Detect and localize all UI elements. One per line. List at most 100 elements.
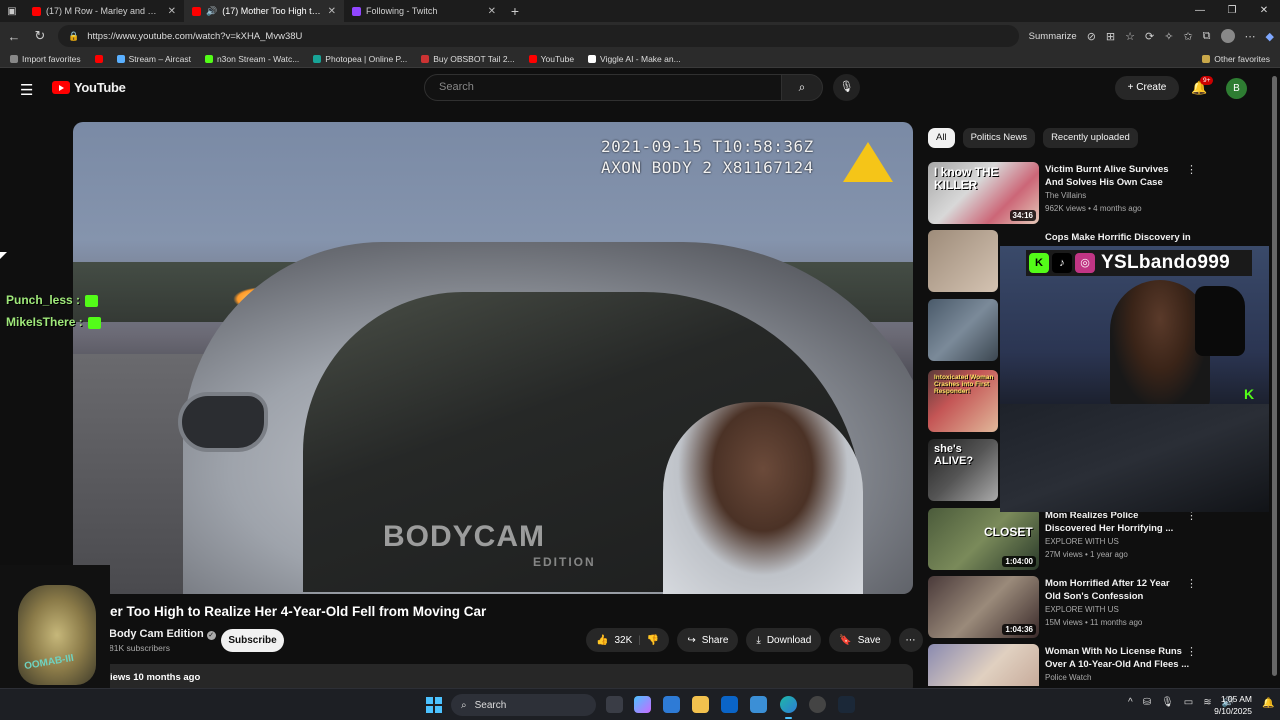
site-info-icon[interactable]: 🔒 — [68, 31, 79, 42]
bookmark-n3on[interactable]: n3on Stream - Watc... — [204, 54, 299, 64]
subscribe-button[interactable]: Subscribe — [221, 629, 284, 652]
voice-search-button[interactable]: 🎙 — [833, 74, 860, 101]
display-icon[interactable]: ▭ — [1184, 697, 1193, 708]
channel-name[interactable]: Body Cam Edition ✓ — [109, 628, 216, 640]
network-icon[interactable]: ⛁ — [1143, 697, 1151, 708]
browser-tab-2[interactable]: 🔊 (17) Mother Too High to Rea ✕ — [184, 0, 344, 22]
list-item[interactable]: 1:04:36 Mom Horrified After 12 Year Old … — [928, 576, 1268, 638]
close-tab-icon[interactable]: ✕ — [168, 6, 176, 17]
copilot-app-icon[interactable] — [634, 696, 651, 713]
bookmark-import-favorites[interactable]: Import favorites — [10, 54, 81, 64]
video-thumbnail[interactable]: she's ALIVE? — [928, 439, 998, 501]
refresh-extension-icon[interactable]: ⟳ — [1145, 30, 1154, 43]
user-avatar[interactable]: B — [1226, 78, 1247, 99]
tray-overflow-icon[interactable]: ^ — [1128, 697, 1133, 708]
outlook-icon[interactable] — [721, 696, 738, 713]
thumbs-down-icon[interactable]: 👎 — [647, 635, 659, 646]
maximize-icon[interactable]: ❐ — [1216, 0, 1248, 22]
video-title[interactable]: Woman With No License Runs Over A 10-Yea… — [1045, 645, 1190, 671]
like-button[interactable]: 👍 32K | 👎 — [586, 628, 670, 652]
task-view-icon[interactable] — [606, 696, 623, 713]
page-scrollbar[interactable] — [1269, 70, 1280, 684]
save-button[interactable]: 🔖 Save — [829, 628, 891, 652]
favorite-star-icon[interactable]: ☆ — [1125, 30, 1135, 43]
url-field[interactable]: 🔒 https://www.youtube.com/watch?v=kXHA_M… — [58, 25, 1019, 47]
channel-name[interactable]: Police Watch — [1045, 673, 1091, 682]
obs-icon[interactable] — [809, 696, 826, 713]
search-input[interactable]: Search — [424, 74, 782, 101]
more-vertical-icon[interactable]: ⋮ — [1186, 645, 1197, 658]
collections-icon[interactable]: ⧉ — [1203, 30, 1211, 43]
notification-bell-icon[interactable]: 🔔 — [1262, 698, 1274, 709]
channel-name[interactable]: EXPLORE WITH US — [1045, 537, 1119, 546]
share-button[interactable]: ↪ Share — [677, 628, 739, 652]
menu-icon[interactable]: ☰ — [20, 81, 33, 99]
back-icon[interactable]: ← — [6, 29, 22, 44]
video-title[interactable]: Mom Horrified After 12 Year Old Son's Co… — [1045, 577, 1185, 603]
chip-politics-news[interactable]: Politics News — [962, 128, 1036, 148]
minimize-icon[interactable]: — — [1184, 0, 1216, 22]
steam-icon[interactable] — [838, 696, 855, 713]
list-item[interactable]: Woman With No License Runs Over A 10-Yea… — [928, 644, 1268, 686]
search-button[interactable]: ⌕ — [781, 74, 823, 101]
video-thumbnail[interactable] — [928, 644, 1039, 686]
bookmark-obsbot[interactable]: Buy OBSBOT Tail 2... — [421, 54, 515, 64]
channel-name[interactable]: EXPLORE WITH US — [1045, 605, 1119, 614]
more-menu-icon[interactable]: ⋯ — [1245, 30, 1256, 43]
bookmark-youtube[interactable]: YouTube — [528, 54, 574, 64]
bookmark-viggle[interactable]: Viggle AI - Make an... — [588, 54, 681, 64]
more-vertical-icon[interactable]: ⋮ — [1186, 163, 1197, 176]
browser-tab-1[interactable]: (17) M Row - Marley and Mike (C ✕ — [24, 0, 184, 22]
youtube-logo[interactable]: YouTube — [52, 80, 126, 95]
streamer-handle: YSLbando999 — [1101, 252, 1230, 273]
speaker-icon[interactable]: 🔊 — [206, 6, 217, 17]
download-button[interactable]: ⤓ Download — [746, 628, 822, 652]
copilot-icon[interactable]: ◆ — [1266, 30, 1274, 43]
store-icon[interactable] — [663, 696, 680, 713]
chip-all[interactable]: All — [928, 128, 955, 148]
download-icon: ⤓ — [756, 634, 761, 646]
create-button[interactable]: + Create — [1115, 76, 1179, 100]
windows-start-icon[interactable] — [426, 697, 442, 713]
more-vertical-icon[interactable]: ⋮ — [1186, 577, 1197, 590]
taskbar-search[interactable]: ⌕ Search — [451, 694, 596, 716]
video-player[interactable]: 2021-09-15 T10:58:36Z AXON BODY 2 X81167… — [73, 122, 913, 594]
extensions-puzzle-icon[interactable]: ✧ — [1164, 30, 1173, 43]
profile-avatar[interactable] — [1220, 29, 1235, 43]
taskbar-clock[interactable]: 1:05 AM 9/10/2025 — [1200, 693, 1252, 717]
video-thumbnail[interactable]: I know THE KILLER 34:16 — [928, 162, 1039, 224]
video-thumbnail[interactable] — [928, 230, 998, 292]
list-item[interactable]: CLOSET 1:04:00 Mom Realizes Police Discov… — [928, 508, 1268, 570]
close-window-icon[interactable]: ✕ — [1248, 0, 1280, 22]
refresh-icon[interactable]: ↻ — [32, 28, 48, 44]
video-title[interactable]: Mom Realizes Police Discovered Her Horri… — [1045, 509, 1185, 535]
more-actions-button[interactable]: ⋯ — [898, 628, 923, 652]
apps-icon[interactable]: ⊞ — [1106, 30, 1115, 43]
photos-icon[interactable] — [750, 696, 767, 713]
favorites-icon[interactable]: ✩ — [1183, 30, 1192, 43]
scrollbar-thumb[interactable] — [1272, 76, 1277, 676]
summarize-button[interactable]: Summarize — [1029, 31, 1077, 42]
video-title[interactable]: Cops Make Horrific Discovery in — [1045, 231, 1205, 244]
chip-recently-uploaded[interactable]: Recently uploaded — [1043, 128, 1138, 148]
list-item[interactable]: I know THE KILLER 34:16 Victim Burnt Aliv… — [928, 162, 1268, 224]
edge-icon[interactable] — [780, 696, 797, 719]
video-thumbnail[interactable]: CLOSET 1:04:00 — [928, 508, 1039, 570]
close-tab-icon[interactable]: ✕ — [328, 6, 336, 17]
bookmark-photopea[interactable]: Photopea | Online P... — [313, 54, 407, 64]
bookmark-aircast[interactable]: Stream – Aircast — [116, 54, 191, 64]
extension-icon[interactable]: ⊘ — [1087, 30, 1096, 43]
bookmark-other-favorites[interactable]: Other favorites — [1202, 54, 1270, 64]
video-thumbnail[interactable] — [928, 299, 998, 361]
bookmark-youtube-icon-only[interactable] — [94, 54, 103, 63]
new-tab-icon[interactable]: + — [504, 3, 526, 19]
close-tab-icon[interactable]: ✕ — [488, 6, 496, 17]
microphone-tray-icon[interactable]: 🎙 — [1161, 697, 1174, 708]
video-thumbnail[interactable]: 1:04:36 — [928, 576, 1039, 638]
channel-name[interactable]: The Villains — [1045, 191, 1086, 200]
video-title[interactable]: Victim Burnt Alive Survives And Solves H… — [1045, 163, 1185, 189]
browser-tab-3[interactable]: Following - Twitch ✕ — [344, 0, 504, 22]
file-explorer-icon[interactable] — [692, 696, 709, 713]
tab-actions-icon[interactable]: ▣ — [0, 6, 24, 17]
video-thumbnail[interactable]: Intoxicated Woman Crashes into First Res… — [928, 370, 998, 432]
